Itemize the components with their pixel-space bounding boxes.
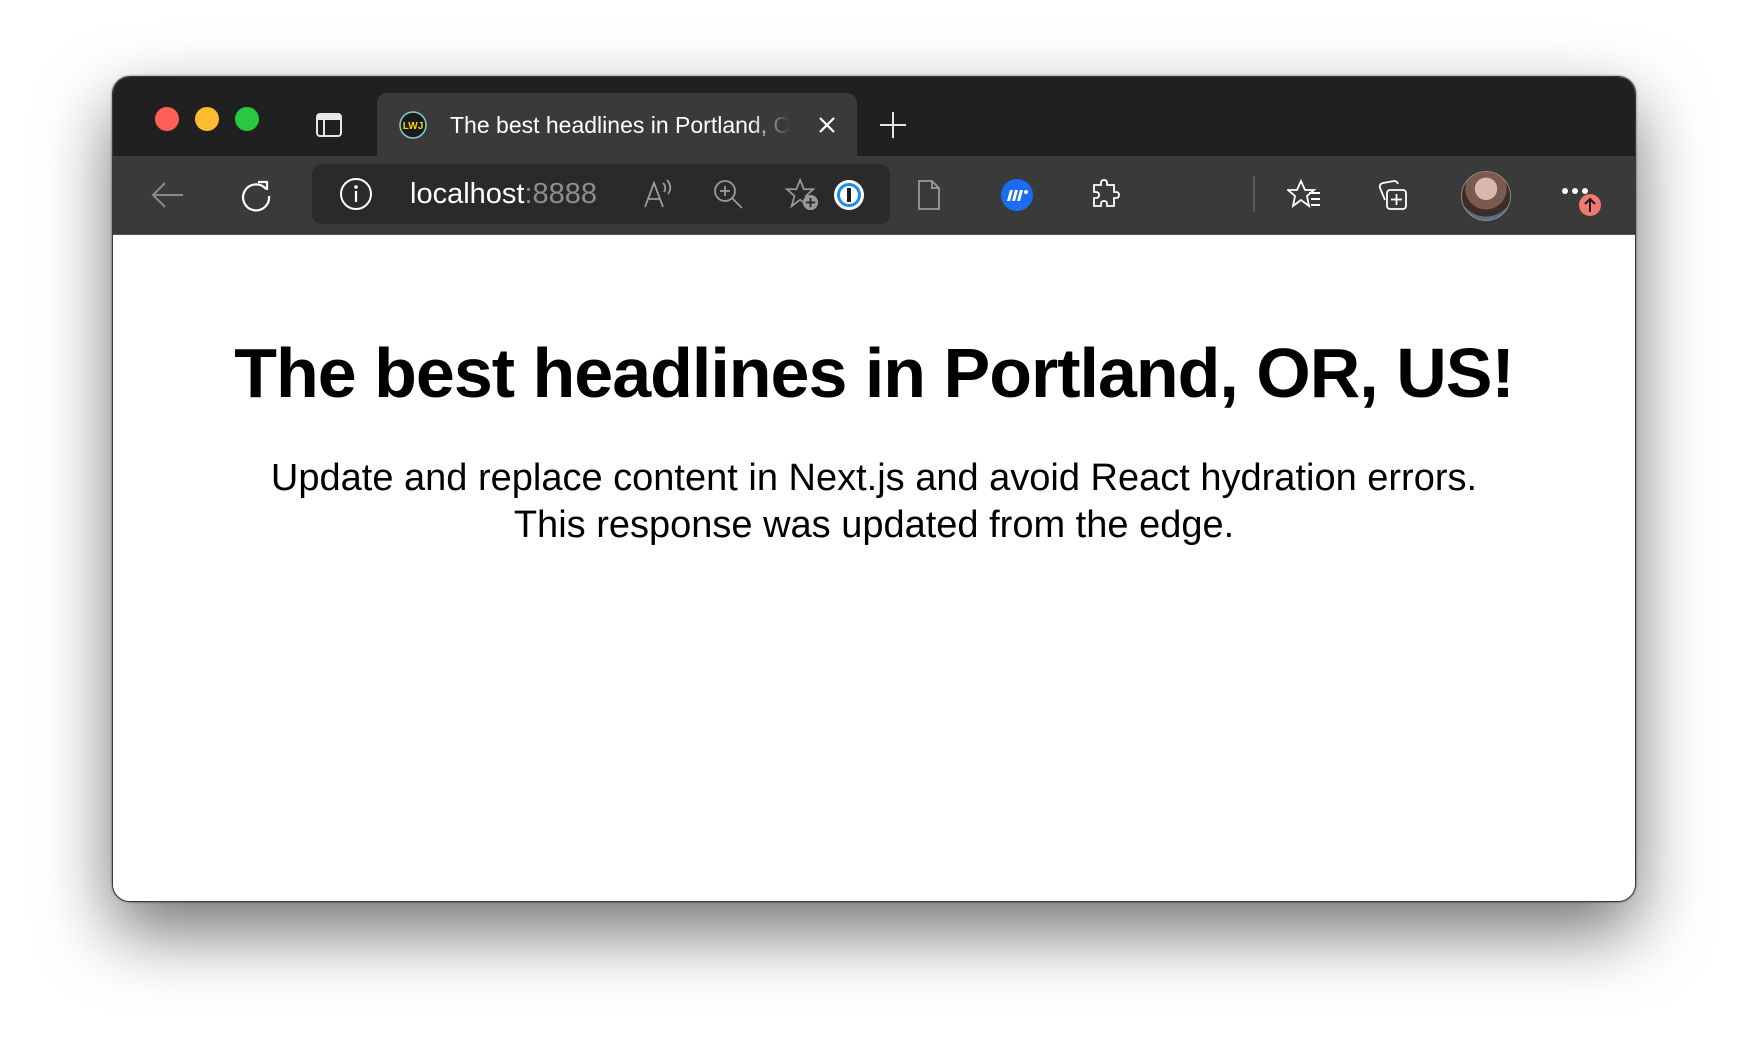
site-favicon-icon: LWJ bbox=[399, 111, 427, 139]
favicon-text: LWJ bbox=[403, 121, 424, 132]
document-icon bbox=[918, 180, 940, 210]
toolbar-divider bbox=[1253, 176, 1255, 212]
title-bar: LWJ The best headlines in Portland, OR, … bbox=[113, 77, 1635, 156]
close-icon bbox=[819, 117, 835, 133]
favorites-button[interactable] bbox=[1287, 178, 1321, 212]
favorites-icon bbox=[1287, 178, 1320, 209]
tab-title: The best headlines in Portland, OR, US! bbox=[450, 112, 790, 138]
sidebar-layout-icon bbox=[316, 113, 342, 137]
extensions-button[interactable] bbox=[1088, 178, 1122, 212]
browser-window: LWJ The best headlines in Portland, OR, … bbox=[112, 76, 1636, 902]
read-aloud-icon bbox=[644, 179, 672, 208]
page-headline: The best headlines in Portland, OR, US! bbox=[234, 334, 1515, 412]
add-favorite-icon bbox=[785, 177, 819, 211]
arrow-left-icon bbox=[151, 182, 183, 208]
reload-icon bbox=[242, 180, 271, 212]
address-bar[interactable]: localhost:8888 bbox=[312, 164, 890, 224]
collections-icon bbox=[1378, 180, 1407, 210]
zoom-button[interactable] bbox=[711, 177, 745, 211]
page-description: Update and replace content in Next.js an… bbox=[113, 455, 1635, 549]
read-aloud-button[interactable] bbox=[641, 177, 675, 211]
zoom-in-icon bbox=[714, 180, 743, 209]
back-button[interactable] bbox=[151, 178, 185, 212]
profile-avatar[interactable] bbox=[1461, 171, 1511, 221]
navigation-toolbar: localhost:8888 bbox=[113, 156, 1635, 235]
window-maximize-button[interactable] bbox=[235, 107, 259, 131]
document-extension-button[interactable] bbox=[912, 178, 946, 212]
window-minimize-button[interactable] bbox=[195, 107, 219, 131]
reload-button[interactable] bbox=[239, 178, 273, 212]
plus-icon bbox=[880, 112, 906, 138]
site-info-button[interactable] bbox=[339, 177, 373, 211]
password-manager-extension-button[interactable] bbox=[832, 178, 866, 212]
url-port: :8888 bbox=[524, 178, 598, 210]
blue-extension-icon bbox=[1001, 179, 1033, 211]
1password-icon bbox=[834, 180, 864, 210]
url-text[interactable]: localhost:8888 bbox=[410, 178, 597, 210]
window-close-button[interactable] bbox=[155, 107, 179, 131]
tab-close-button[interactable] bbox=[816, 114, 838, 136]
description-line-1: Update and replace content in Next.js an… bbox=[270, 457, 1478, 499]
extensions-puzzle-icon bbox=[1093, 179, 1120, 207]
tab-active[interactable]: LWJ The best headlines in Portland, OR, … bbox=[377, 93, 857, 156]
page-content: The best headlines in Portland, OR, US! … bbox=[113, 235, 1635, 901]
url-host: localhost bbox=[410, 178, 525, 210]
description-line-2: This response was updated from the edge. bbox=[513, 504, 1235, 546]
tab-actions-button[interactable] bbox=[315, 111, 343, 139]
info-icon bbox=[340, 178, 372, 210]
collections-button[interactable] bbox=[1375, 178, 1409, 212]
update-available-badge[interactable] bbox=[1579, 194, 1601, 216]
new-tab-button[interactable] bbox=[879, 111, 907, 139]
add-favorite-button[interactable] bbox=[785, 177, 819, 211]
arrow-up-icon bbox=[1584, 197, 1596, 212]
blue-extension-button[interactable] bbox=[1000, 178, 1034, 212]
